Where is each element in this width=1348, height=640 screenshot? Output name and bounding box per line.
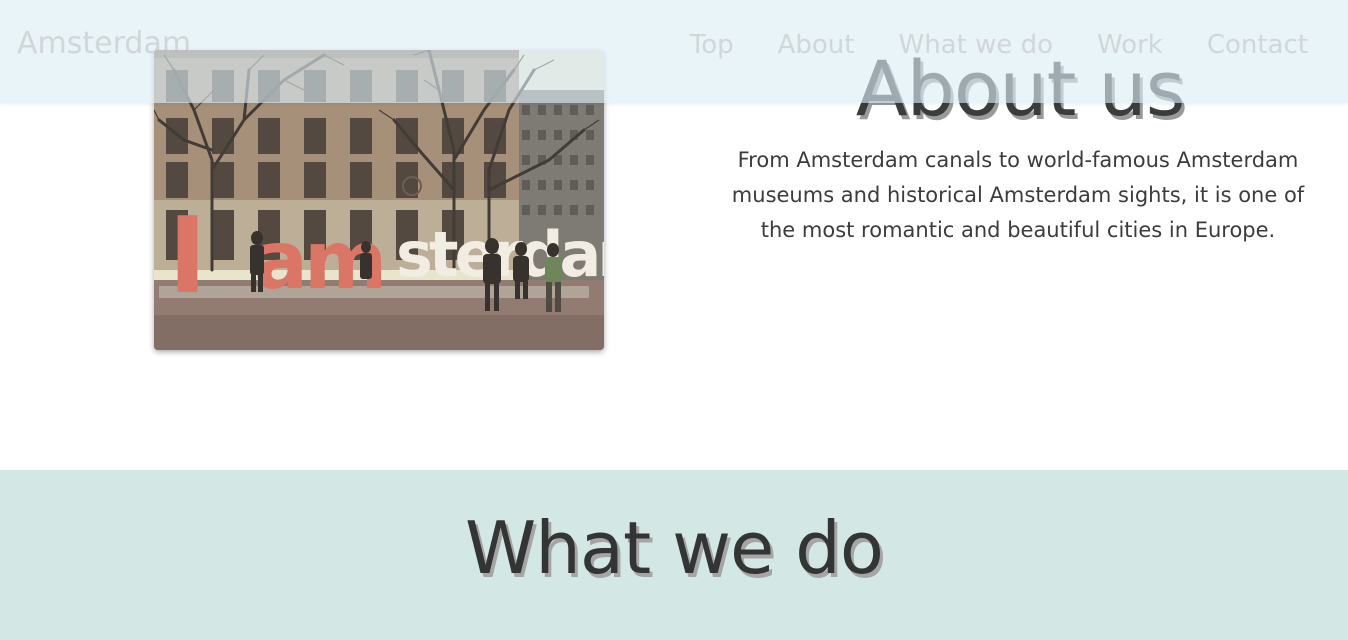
page: I am sterdam	[0, 0, 1348, 640]
about-description: From Amsterdam canals to world-famous Am…	[731, 148, 1305, 242]
nav-link-what-we-do[interactable]: What we do	[898, 30, 1053, 60]
top-navbar: Amsterdam Top About What we do Work Cont…	[0, 0, 1348, 103]
nav-item-top: Top	[690, 26, 734, 64]
nav-item-contact: Contact	[1207, 26, 1308, 64]
nav-link-about[interactable]: About	[778, 30, 855, 60]
nav-link-work[interactable]: Work	[1097, 30, 1163, 60]
nav-link-contact[interactable]: Contact	[1207, 30, 1308, 60]
what-we-do-heading: What we do	[465, 506, 884, 590]
nav-item-about: About	[778, 26, 855, 64]
nav-links: Top About What we do Work Contact	[690, 26, 1308, 64]
nav-item-work: Work	[1097, 26, 1163, 64]
what-we-do-section: What we do	[0, 470, 1348, 640]
nav-link-top[interactable]: Top	[690, 30, 734, 60]
nav-item-what-we-do: What we do	[898, 26, 1053, 64]
brand-link[interactable]: Amsterdam	[17, 22, 191, 66]
